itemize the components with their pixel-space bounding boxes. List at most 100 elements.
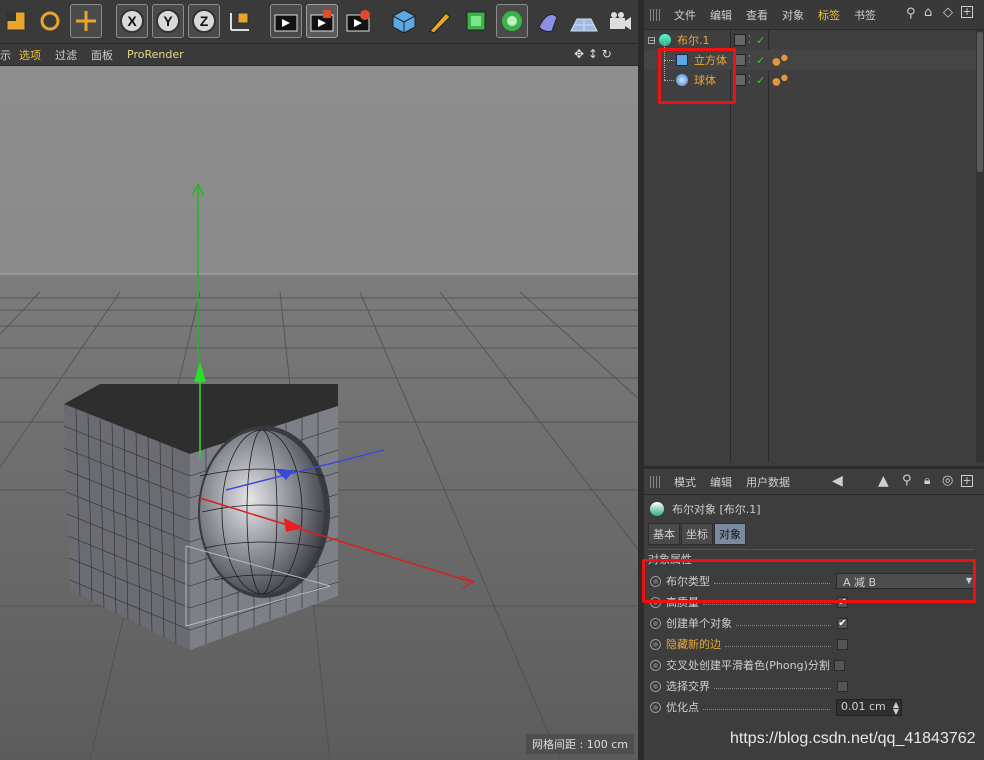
- panel-grip-icon[interactable]: [650, 475, 662, 488]
- new-panel-icon[interactable]: +: [961, 475, 973, 487]
- attribute-title-row: 布尔对象 [布尔.1]: [650, 501, 761, 517]
- enabled-check-icon[interactable]: ✓: [756, 74, 765, 87]
- render-view-icon[interactable]: [270, 4, 302, 38]
- layer-swatch-icon: [734, 34, 746, 46]
- object-manager-menu: 文件 编辑 查看 对象 标签 书签 ⚲ ⌂ ◇ +: [644, 0, 984, 30]
- pen-spline-icon[interactable]: [424, 4, 456, 38]
- anim-radio-icon[interactable]: [650, 659, 661, 671]
- menu-bookmarks[interactable]: 书签: [854, 7, 876, 23]
- prop-label: 优化点: [666, 701, 699, 714]
- tab-object[interactable]: 对象: [714, 523, 746, 545]
- main-toolbar: X Y Z: [0, 0, 640, 44]
- menu-file[interactable]: 文件: [674, 7, 696, 23]
- stepper-icon[interactable]: ▲ ▼: [893, 700, 899, 715]
- render-settings-icon[interactable]: [342, 4, 374, 38]
- svg-text:X: X: [127, 13, 137, 29]
- menu-object[interactable]: 对象: [782, 7, 804, 23]
- optimize-points-input[interactable]: 0.01 cm ▲ ▼: [836, 698, 902, 716]
- rotate-icon[interactable]: [34, 4, 66, 38]
- tag-icon[interactable]: ●●: [772, 52, 788, 67]
- attribute-manager: 模式 编辑 用户数据 ◀ ▲ ⚲ 🔒︎ ◎ + 布尔对象 [布尔.1] 基本 坐标…: [642, 466, 984, 760]
- svg-text:Z: Z: [200, 13, 209, 29]
- grid-spacing-label: 网格间距 : 100 cm: [526, 734, 634, 754]
- tab-basic[interactable]: 基本: [648, 523, 680, 545]
- back-icon[interactable]: ◇: [943, 5, 953, 20]
- anim-radio-icon[interactable]: [650, 617, 661, 629]
- model-mode-icon[interactable]: [0, 4, 32, 38]
- boole-icon: [659, 34, 671, 46]
- new-panel-icon[interactable]: +: [961, 6, 973, 18]
- y-axis-lock-icon[interactable]: Y: [152, 4, 184, 38]
- viewport-menu-filter[interactable]: 过滤: [55, 47, 77, 63]
- anim-radio-icon[interactable]: [650, 701, 661, 713]
- target-icon[interactable]: ◎: [942, 473, 953, 488]
- enabled-check-icon[interactable]: ✓: [756, 54, 765, 67]
- render-picture-viewer-icon[interactable]: [306, 4, 338, 38]
- panel-grip-icon[interactable]: [650, 8, 662, 21]
- 3d-viewport[interactable]: 网格间距 : 100 cm: [0, 66, 638, 760]
- menu-mode[interactable]: 模式: [674, 474, 696, 490]
- anim-radio-icon[interactable]: [650, 638, 661, 650]
- visibility-dots-icon[interactable]: · ·: [748, 33, 751, 48]
- coordinate-system-icon[interactable]: [224, 4, 256, 38]
- menu-edit[interactable]: 编辑: [710, 7, 732, 23]
- viewport-menu-display[interactable]: 示: [0, 47, 11, 63]
- menu-attr-edit[interactable]: 编辑: [710, 474, 732, 490]
- prop-label: 交叉处创建平滑着色(Phong)分割: [666, 659, 830, 672]
- phong-break-checkbox[interactable]: [833, 659, 845, 671]
- deformer-icon[interactable]: [532, 4, 564, 38]
- svg-text:Y: Y: [163, 13, 173, 29]
- subdivision-surface-icon[interactable]: [460, 4, 492, 38]
- visibility-dots-icon[interactable]: · ·: [748, 73, 751, 88]
- attribute-title: 布尔对象 [布尔.1]: [672, 503, 761, 516]
- optimize-points-value: 0.01 cm: [841, 699, 886, 713]
- right-panel: 文件 编辑 查看 对象 标签 书签 ⚲ ⌂ ◇ + − 布尔.1 · · ✓ 立方…: [642, 0, 984, 760]
- watermark: https://blog.csdn.net/qq_41843762: [730, 730, 976, 747]
- anim-radio-icon[interactable]: [650, 680, 661, 692]
- tab-coord[interactable]: 坐标: [681, 523, 713, 545]
- z-axis-lock-icon[interactable]: Z: [188, 4, 220, 38]
- search-icon[interactable]: ⚲: [906, 6, 916, 21]
- search-icon[interactable]: ⚲: [902, 473, 912, 488]
- back-arrow-icon[interactable]: ◀: [832, 473, 843, 489]
- boole-icon: [650, 502, 664, 516]
- hide-new-edges-checkbox[interactable]: [837, 638, 848, 650]
- attribute-tabs: 基本 坐标 对象: [648, 523, 747, 545]
- cube-object: [63, 384, 339, 650]
- viewport-menu-prorender[interactable]: ProRender: [127, 48, 184, 61]
- highlight-box-boole-type: [642, 559, 976, 603]
- single-object-checkbox[interactable]: ✔: [837, 617, 848, 629]
- prop-single-object: 创建单个对象 ✔: [650, 613, 976, 633]
- prop-hide-new-edges: 隐藏新的边: [650, 634, 976, 654]
- menu-view[interactable]: 查看: [746, 7, 768, 23]
- attribute-menu: 模式 编辑 用户数据 ◀ ▲ ⚲ 🔒︎ ◎ +: [644, 469, 984, 495]
- object-name-boolean[interactable]: 布尔.1: [677, 32, 710, 48]
- tag-icon[interactable]: ●●: [772, 72, 788, 87]
- prop-label: 创建单个对象: [666, 617, 732, 630]
- lock-icon[interactable]: 🔒︎: [924, 473, 930, 488]
- prop-label: 隐藏新的边: [666, 638, 721, 651]
- home-icon[interactable]: ⌂: [924, 5, 932, 20]
- viewport-menu: 示 选项 过滤 面板 ProRender ✥ ↕ ↻ ▭: [0, 44, 640, 75]
- floor-environment-icon[interactable]: [568, 4, 600, 38]
- x-axis-lock-icon[interactable]: X: [116, 4, 148, 38]
- visibility-dots-icon[interactable]: · ·: [748, 53, 751, 68]
- prop-select-intersection: 选择交界: [650, 676, 976, 696]
- viewport-menu-panel[interactable]: 面板: [91, 47, 113, 63]
- enabled-check-icon[interactable]: ✓: [756, 34, 765, 47]
- up-arrow-icon[interactable]: ▲: [878, 473, 889, 489]
- select-intersection-checkbox[interactable]: [837, 680, 848, 692]
- highlight-box-children: [658, 48, 736, 104]
- prop-optimize-points: 优化点 0.01 cm ▲ ▼: [650, 697, 976, 717]
- collapse-icon[interactable]: −: [648, 36, 656, 44]
- move-icon[interactable]: [70, 4, 102, 38]
- camera-icon[interactable]: [604, 4, 636, 38]
- cube-primitive-icon[interactable]: [388, 4, 420, 38]
- object-row-boolean[interactable]: − 布尔.1 · · ✓: [644, 30, 976, 50]
- viewport-scene: [0, 182, 638, 760]
- object-list-scrollbar[interactable]: [977, 32, 983, 172]
- viewport-menu-options[interactable]: 选项: [19, 47, 41, 63]
- menu-tags[interactable]: 标签: [818, 7, 840, 23]
- cloner-icon[interactable]: [496, 4, 528, 38]
- menu-userdata[interactable]: 用户数据: [746, 474, 790, 490]
